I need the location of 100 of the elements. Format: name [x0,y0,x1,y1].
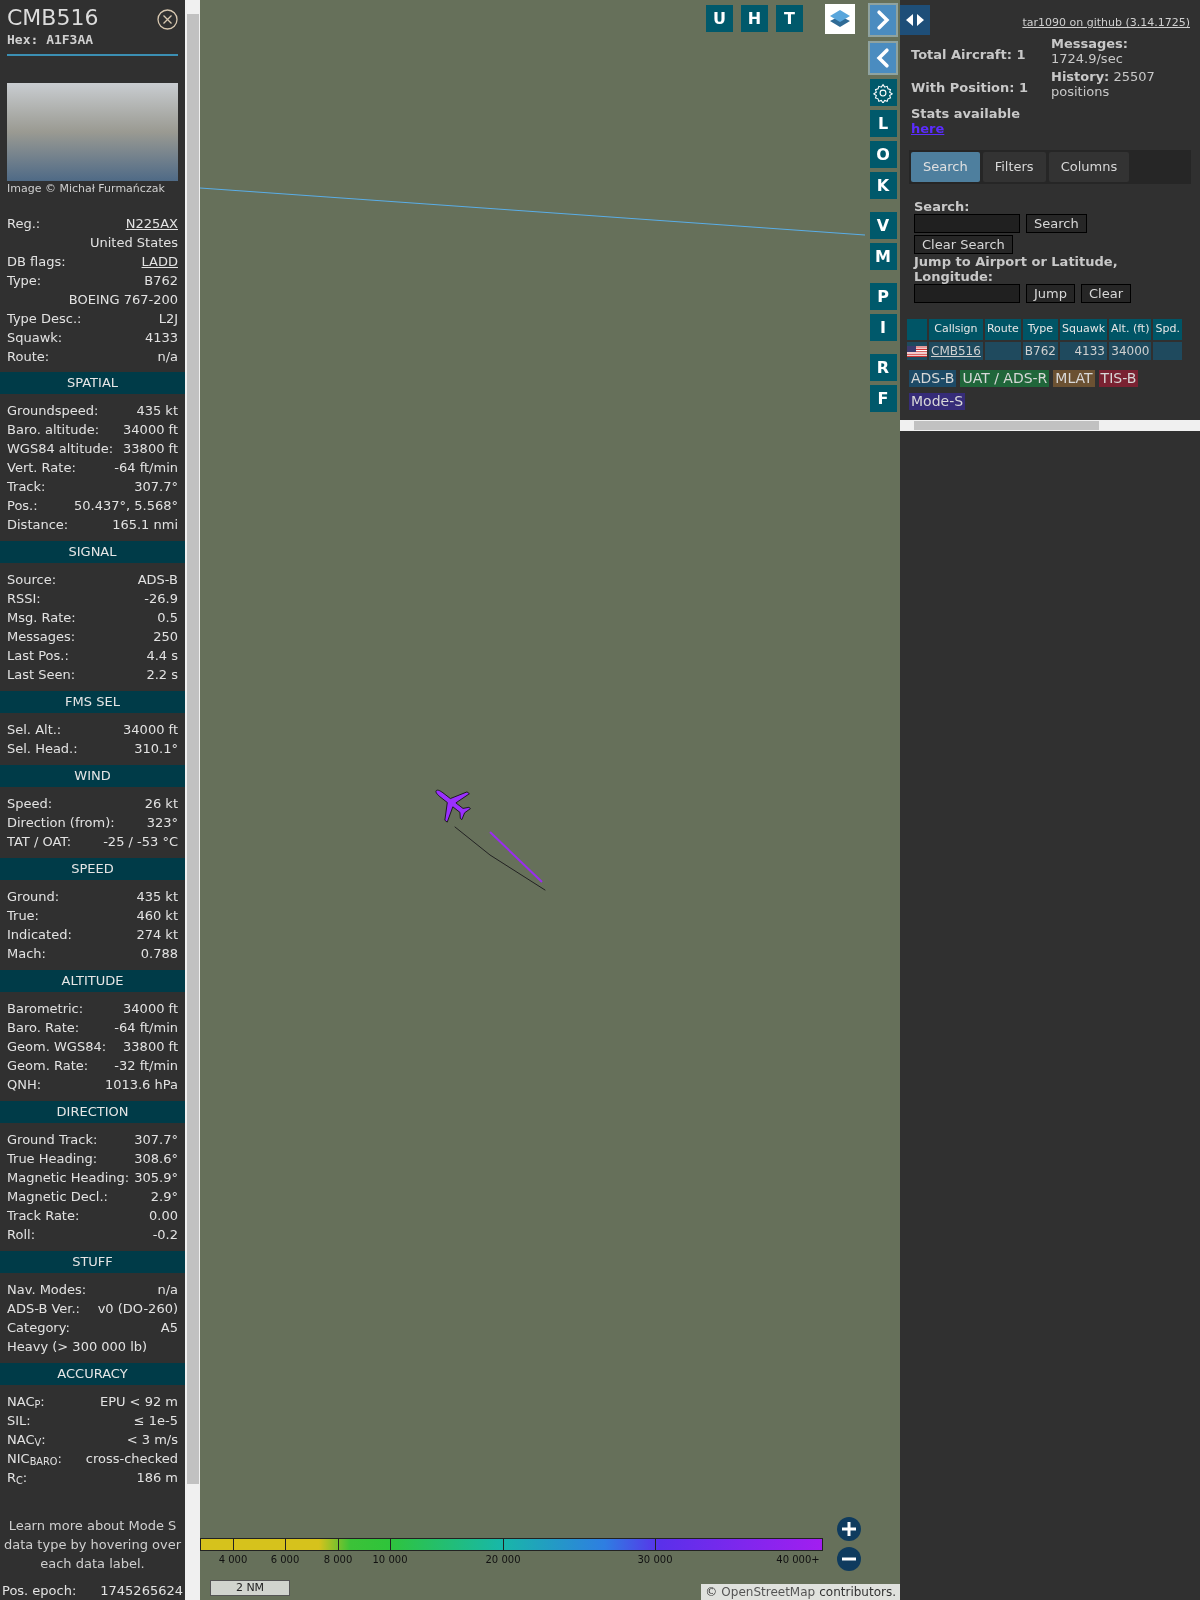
field-value: 307.7° [134,478,178,496]
field-label: Type Desc.: [7,310,82,328]
field-label: QNH: [7,1076,42,1094]
source-tag: ADS-B [909,370,957,387]
section-header: DIRECTION [0,1101,185,1123]
field-label: Geom. Rate: [7,1057,89,1075]
field-value: 1013.6 hPa [104,1076,178,1094]
column-header[interactable]: Type [1022,319,1058,340]
altitude-label: 6 000 [270,1553,300,1566]
field-value: -64 ft/min [114,1019,178,1037]
callsign-link[interactable]: CMB516 [931,344,981,358]
flag-icon [907,345,927,357]
field-value: 34000 ft [123,721,178,739]
field-link[interactable]: LADD [141,252,178,271]
map-toggle-button[interactable]: L [869,110,897,137]
column-header[interactable]: Spd. [1153,319,1182,340]
map-toggle-button[interactable]: M [869,243,897,270]
section-header: SPATIAL [0,372,185,394]
field-value: A5 [160,1319,178,1337]
zoom-out-icon[interactable] [836,1546,862,1572]
field-label: NAC$_{V}$: [7,1431,46,1449]
search-button[interactable]: Search [1026,214,1087,233]
field-label: Ground Track: [7,1131,98,1149]
field-label: Baro. Rate: [7,1019,80,1037]
scale-bar: 2 NM [210,1580,290,1596]
map-toggle-button[interactable]: U [706,5,733,32]
search-field[interactable] [914,214,1020,233]
map-toggle-button[interactable]: P [869,283,897,310]
scrollbar[interactable] [185,0,200,1600]
column-header[interactable]: Alt. (ft) [1109,319,1152,340]
jump-field[interactable] [914,284,1020,303]
field-label: Sel. Head.: [7,740,78,758]
hex-code: Hex: A1F3AA [7,32,95,48]
stat-text: History: 25507 positions [1051,69,1156,99]
table-cell: 34000 [1111,344,1150,358]
field-text: Heavy (> 300 000 lb) [7,1338,148,1356]
field-value: ADS-B [137,571,178,589]
field-label: Source: [7,571,57,589]
tab[interactable]: Filters [982,152,1046,182]
field-label: Pos.: [7,497,38,515]
map-toggle-button[interactable]: O [869,141,897,168]
close-icon[interactable] [157,9,178,30]
settings-button[interactable] [869,79,897,106]
field-value: 310.1° [134,740,178,758]
map-toggle-button[interactable]: R [869,354,897,381]
clear-search-button[interactable]: Clear Search [914,235,1013,254]
field-label: Last Seen: [7,666,76,684]
aircraft-icon[interactable] [435,789,471,823]
field-value: United States [89,234,178,252]
github-link[interactable]: tar1090 on github (3.14.1725) [1022,15,1190,32]
field-link[interactable]: N225AX [125,214,178,233]
field-label: Msg. Rate: [7,609,76,627]
photo-credit: Image © Michał Furmańczak [6,181,166,196]
altitude-label: 30 000 [637,1553,673,1566]
panel-toggle-button[interactable] [900,5,930,35]
field-value: 323° [146,814,178,832]
map-toggle-button[interactable]: H [741,5,768,32]
tab[interactable]: Columns [1048,152,1130,182]
prev-button[interactable] [868,41,898,75]
field-value: B762 [144,272,178,290]
altitude-label: 40 000+ [776,1553,820,1566]
jump-button[interactable]: Jump [1026,284,1075,303]
map-toggle-button[interactable]: K [869,172,897,199]
stat-text: With Position: 1 [911,80,1030,95]
field-label: Messages: [7,628,76,646]
field-value: 34000 ft [123,421,178,439]
altitude-label: 20 000 [485,1553,521,1566]
field-label: Groundspeed: [7,402,99,420]
field-value: n/a [157,348,178,366]
section-header: STUFF [0,1251,185,1273]
horizontal-scrollbar[interactable] [900,420,1200,431]
field-value: 435 kt [136,888,178,906]
field-value: L2J [158,310,178,328]
field-label: Squawk: [7,329,63,347]
section-header: SPEED [0,858,185,880]
column-header[interactable]: Callsign [929,319,983,340]
attribution-link[interactable]: OpenStreetMap [721,1584,816,1600]
field-value: 1745265624 [100,1582,183,1600]
field-value: 33800 ft [123,440,178,458]
jump-button[interactable]: Clear [1081,284,1131,303]
layers-button[interactable] [825,4,855,34]
map-toggle-button[interactable]: F [869,385,897,412]
next-button[interactable] [868,3,898,37]
map-background[interactable]: U H T L O K V M P I R F 4 000 6 000 8 000 10 000 20 000 30 000 40 000+ 2 NM © OpenStreetMap contributors. [200,0,900,1600]
column-header[interactable]: Squawk [1059,319,1107,340]
map-toggle-button[interactable]: V [869,212,897,239]
source-tag: Mode-S [909,393,966,410]
help-note: Learn more about Mode S data type by hovering over each data label. [2,1517,183,1573]
field-label: DB flags: [7,253,66,271]
field-label: Magnetic Decl.: [7,1188,108,1206]
field-label: NAC$_{P}$: [7,1393,45,1411]
map-toggle-button[interactable]: I [869,314,897,341]
column-header[interactable]: Route [984,319,1021,340]
field-value: 0.5 [157,609,178,627]
table-cell: B762 [1024,344,1056,358]
map-toggle-button[interactable]: T [776,5,803,32]
field-value: 308.6° [134,1150,178,1168]
field-value: 4133 [144,329,178,347]
field-value: BOEING 767-200 [68,291,178,309]
zoom-in-icon[interactable] [836,1516,862,1542]
